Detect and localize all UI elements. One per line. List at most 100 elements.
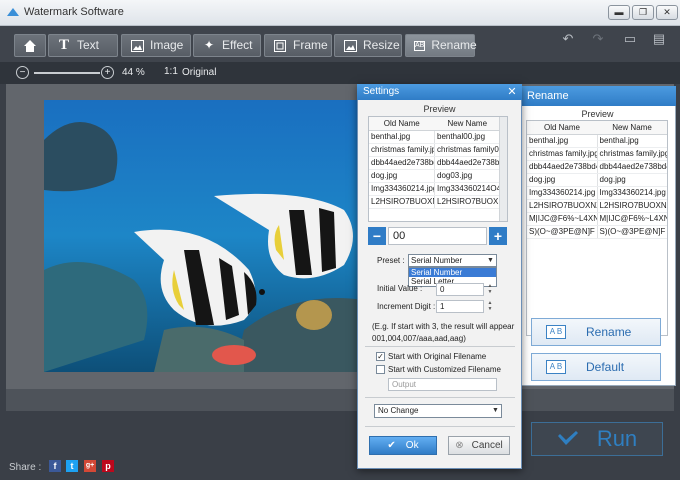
increase-digits-button[interactable]: + (489, 227, 507, 245)
preset-select[interactable]: Serial Number (408, 254, 497, 267)
preview-image (44, 100, 364, 372)
zoom-slider[interactable] (34, 72, 100, 74)
table-row[interactable]: dog.jpg dog.jpg (527, 173, 667, 187)
rename-ab-icon: A B (546, 325, 566, 339)
ok-label: Ok (405, 440, 419, 451)
tab-image[interactable]: Image (121, 34, 191, 57)
table-row[interactable]: benthal.jpg benthal.jpg (527, 134, 667, 148)
default-button-label: Default (586, 360, 625, 374)
text-icon: T (58, 37, 69, 53)
initial-value-input[interactable]: 0 (436, 283, 484, 296)
zoom-in-icon[interactable]: + (101, 66, 114, 79)
comment-icon[interactable]: ▭ (617, 28, 643, 50)
column-header: Old Name (527, 121, 597, 135)
default-button[interactable]: A B Default (531, 353, 661, 381)
cancel-button[interactable]: ⊗ Cancel (448, 436, 510, 455)
share-label: Share : (9, 462, 42, 473)
minimize-button[interactable]: ▬ (608, 5, 630, 20)
tab-home[interactable] (14, 34, 46, 57)
check-icon: ✔ (387, 440, 396, 451)
twitter-icon[interactable]: t (66, 460, 78, 472)
increment-digit-spinner[interactable]: ▲ ▼ (485, 300, 495, 313)
divider (365, 426, 515, 427)
run-icon (557, 431, 578, 445)
table-row[interactable]: dbb44aed2e738bd4dbb44aed2e738bd (369, 156, 500, 170)
facebook-icon[interactable]: f (49, 460, 61, 472)
zoom-out-icon[interactable]: − (16, 66, 29, 79)
settings-preview-label: Preview (423, 104, 456, 114)
tab-image-label: Image (150, 38, 184, 52)
output-input[interactable]: Output (388, 378, 497, 391)
resize-icon (343, 39, 357, 53)
divider (365, 346, 515, 347)
column-header: New Name (597, 121, 667, 135)
start-custom-checkbox[interactable] (376, 365, 385, 374)
start-custom-label: Start with Customized Filename (388, 365, 501, 374)
run-label: Run (596, 426, 638, 451)
start-original-label: Start with Original Filename (388, 352, 487, 361)
table-row[interactable]: christmas family.jpg christmas family.jpg (527, 147, 667, 161)
tab-effect-label: Effect (222, 38, 253, 52)
original-size-label[interactable]: Original (182, 67, 216, 78)
table-row[interactable]: L2HSIRO7BUOXNXL2HSIRO7BUOXNX (369, 195, 500, 209)
tab-frame[interactable]: Frame (264, 34, 332, 57)
tab-effect[interactable]: ✦ Effect (193, 34, 261, 57)
tab-resize[interactable]: Resize (334, 34, 402, 57)
app-logo-icon (7, 8, 19, 16)
chevron-down-icon[interactable]: ▼ (490, 405, 501, 417)
divider (365, 397, 515, 398)
table-row[interactable]: benthal.jpg benthal00.jpg (369, 130, 500, 144)
table-row[interactable]: dbb44aed2e738bd4 dbb44aed2e738bd4 (527, 160, 667, 174)
rename-panel-title: Rename (519, 86, 676, 106)
decrease-digits-button[interactable]: − (368, 227, 386, 245)
table-row[interactable]: Img334360214.jpg Img334360214.jpg (527, 186, 667, 200)
tab-text-label: Text (77, 38, 100, 52)
column-header: Old Name (369, 117, 435, 131)
tab-rename-label: Rename (431, 38, 477, 52)
undo-icon[interactable]: ↶ (555, 28, 581, 50)
ok-button[interactable]: ✔ Ok (369, 436, 437, 455)
image-icon (130, 39, 144, 53)
table-row[interactable]: christmas family.jpg christmas family01 (369, 143, 500, 157)
original-size-icon[interactable]: 1:1 (164, 66, 178, 77)
rename-preview-table: Old Name New Name benthal.jpg benthal.jpg… (526, 120, 668, 336)
settings-title: Settings (357, 84, 522, 100)
run-button[interactable]: Run (531, 422, 663, 456)
frame-icon (273, 39, 287, 53)
table-row[interactable]: L2HSIRO7BUOXNXL2HSIRO7BUOXNX (527, 199, 667, 213)
table-row[interactable]: Img334360214.jpg Img334360214O4. (369, 182, 500, 196)
tab-text[interactable]: T Text (48, 34, 118, 57)
tab-rename[interactable]: AB Rename (405, 34, 477, 57)
table-row[interactable]: M|IJC@F6%~L4XN M|IJC@F6%~L4XN (527, 212, 667, 226)
restore-button[interactable]: ❐ (632, 5, 654, 20)
redo-icon[interactable]: ↷ (585, 28, 611, 50)
chevron-down-icon[interactable]: ▼ (485, 255, 496, 266)
increment-digit-input[interactable]: 1 (436, 300, 484, 313)
case-select[interactable]: No Change (374, 404, 502, 418)
column-header: New Name (434, 117, 500, 131)
digits-field[interactable]: 00 (388, 227, 487, 245)
home-icon (23, 39, 37, 53)
table-row[interactable]: dog.jpg dog03.jpg (369, 169, 500, 183)
increment-digit-label: Increment Digit : (377, 302, 436, 311)
tab-resize-label: Resize (363, 38, 400, 52)
effect-icon: ✦ (203, 38, 215, 52)
pinterest-icon[interactable]: p (102, 460, 114, 472)
rename-button[interactable]: A B Rename (531, 318, 661, 346)
document-icon[interactable]: ▤ (646, 28, 672, 50)
zoom-level: 44 % (122, 67, 145, 78)
cancel-label: Cancel (471, 440, 503, 451)
preset-label: Preset : (377, 256, 405, 265)
rename-preview-label: Preview (581, 109, 614, 119)
close-window-button[interactable]: ✕ (656, 5, 678, 20)
start-original-checkbox[interactable]: ✓ (376, 352, 385, 361)
preset-option-serial-number[interactable]: Serial Number (409, 268, 496, 277)
table-row[interactable]: S)(O~@3PE@N]F S)(O~@3PE@N]F (527, 225, 667, 239)
status-strip (6, 389, 674, 411)
preview-scrollbar[interactable] (499, 117, 507, 221)
rename-button-label: Rename (586, 325, 632, 339)
initial-value-spinner[interactable]: ▲ ▼ (485, 283, 495, 296)
cancel-icon: ⊗ (455, 440, 464, 451)
google-plus-icon[interactable]: g+ (84, 460, 96, 472)
close-icon[interactable]: ✕ (505, 85, 519, 99)
